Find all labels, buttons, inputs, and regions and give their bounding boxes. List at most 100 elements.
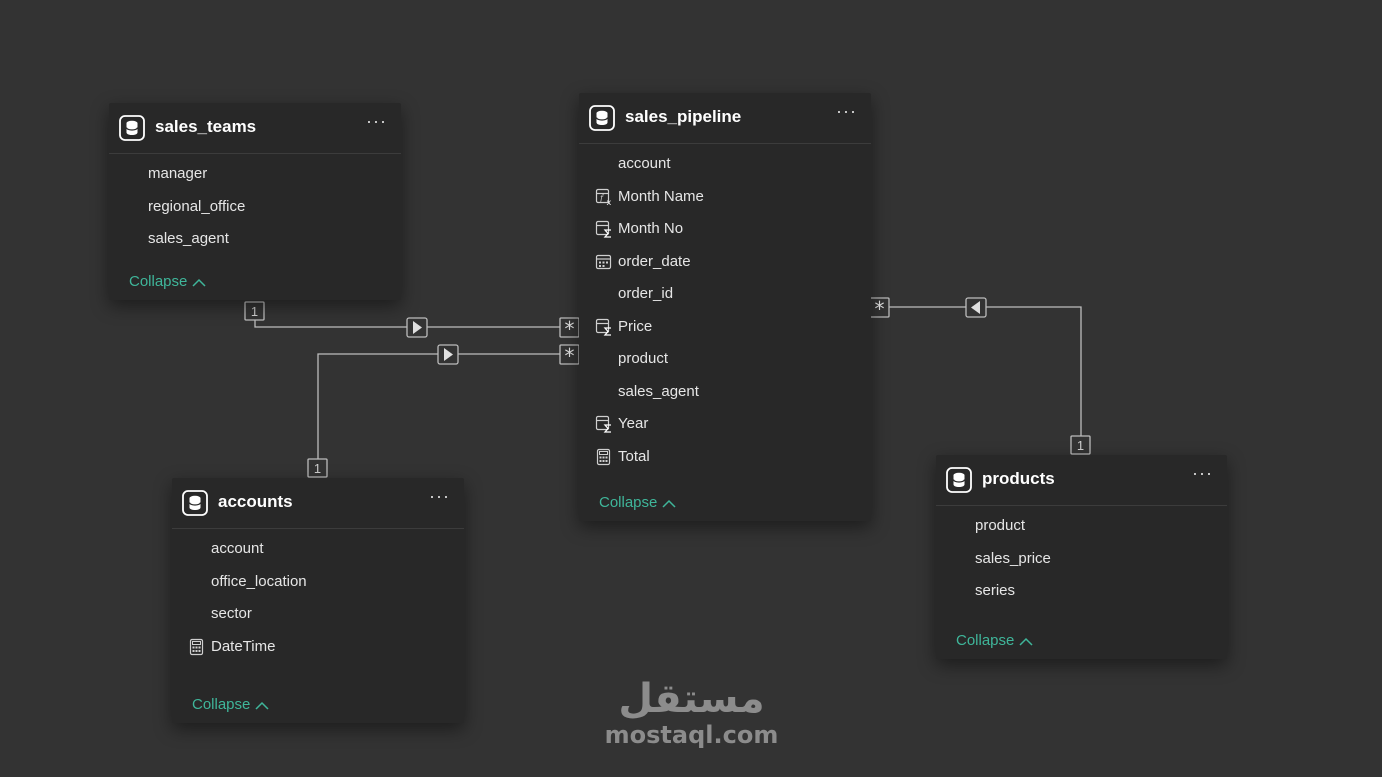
watermark-arabic: مستقل [618, 676, 765, 722]
collapse-label: Collapse [599, 494, 658, 511]
table-title: accounts [218, 492, 293, 511]
field-item[interactable]: office_location [172, 566, 464, 599]
chevron-up-icon [662, 499, 676, 508]
field-item[interactable]: manager [109, 158, 401, 191]
table-title: products [982, 469, 1055, 488]
table-icon [589, 105, 615, 131]
field-name: sector [211, 605, 252, 622]
field-name: account [618, 155, 671, 172]
calculator-icon [189, 638, 204, 655]
collapse-button[interactable]: Collapse [192, 696, 270, 713]
collapse-label: Collapse [192, 696, 251, 713]
field-item[interactable]: account [172, 533, 464, 566]
field-item[interactable]: sales_agent [109, 223, 401, 256]
filter-direction-arrow-sales-teams[interactable] [406, 317, 428, 338]
svg-text:*: * [565, 317, 575, 341]
table-header[interactable]: sales_pipeline ··· [579, 93, 871, 144]
table-card-products[interactable]: products ··· product sales_price series … [936, 455, 1227, 659]
field-list: manager regional_office sales_agent [109, 154, 401, 256]
collapse-button[interactable]: Collapse [129, 273, 207, 290]
sum-icon [595, 318, 611, 336]
field-name: sales_agent [618, 382, 699, 400]
cardinality-one-products: 1 [1070, 435, 1091, 455]
field-item[interactable]: product [579, 343, 871, 376]
chevron-up-icon [1019, 637, 1033, 646]
table-header[interactable]: products ··· [936, 455, 1227, 506]
field-name: Month No [618, 220, 684, 237]
field-name: sales_agent [148, 230, 229, 247]
field-item[interactable]: DateTime [172, 631, 464, 664]
field-name: DateTime [211, 637, 276, 655]
field-item[interactable]: regional_office [109, 191, 401, 224]
field-name: order_date [618, 252, 691, 270]
filter-direction-arrow-accounts[interactable] [437, 344, 459, 365]
field-item[interactable]: product [936, 510, 1227, 543]
watermark-logo: مستقل mostaql.com [604, 676, 779, 748]
field-item[interactable]: sales_agent [579, 376, 871, 409]
field-item[interactable]: sector [172, 598, 464, 631]
cardinality-many-accounts: * [559, 344, 580, 368]
collapse-button[interactable]: Collapse [599, 494, 677, 511]
field-item[interactable]: series [936, 575, 1227, 608]
field-name: Year [618, 415, 649, 432]
relationship-line-products[interactable] [870, 306, 1082, 436]
calendar-icon [595, 254, 612, 269]
svg-text:f: f [599, 194, 605, 203]
chevron-up-icon [192, 278, 206, 287]
field-list: account office_location sector DateTime [172, 529, 464, 663]
more-options-button[interactable]: ··· [836, 101, 857, 122]
more-options-button[interactable]: ··· [366, 111, 387, 132]
field-item[interactable]: Total [579, 441, 871, 474]
svg-text:*: * [565, 344, 575, 368]
field-name: account [211, 540, 264, 557]
filter-direction-arrow-products[interactable] [965, 297, 987, 318]
field-item[interactable]: f x Month Name [579, 181, 871, 214]
cardinality-one-sales-teams: 1 [244, 301, 265, 321]
cardinality-many-sales-teams: * [559, 317, 580, 341]
more-options-button[interactable]: ··· [1192, 463, 1213, 484]
table-header[interactable]: accounts ··· [172, 478, 464, 529]
table-icon [182, 490, 208, 516]
table-card-accounts[interactable]: accounts ··· account office_location sec… [172, 478, 464, 723]
table-card-sales-teams[interactable]: sales_teams ··· manager regional_office … [109, 103, 401, 300]
field-item[interactable]: account [579, 148, 871, 181]
svg-text:*: * [875, 297, 885, 321]
field-name: office_location [211, 572, 307, 590]
collapse-label: Collapse [129, 273, 188, 290]
field-item[interactable]: order_id [579, 278, 871, 311]
table-icon [119, 115, 145, 141]
field-name: sales_price [975, 549, 1051, 567]
chevron-up-icon [255, 701, 269, 710]
field-name: product [618, 350, 669, 367]
field-item[interactable]: Price [579, 311, 871, 344]
field-name: product [975, 517, 1026, 534]
field-item[interactable]: order_date [579, 246, 871, 279]
table-title: sales_teams [155, 117, 257, 136]
collapse-button[interactable]: Collapse [956, 632, 1034, 649]
calculated-column-icon: f x [595, 188, 612, 206]
field-name: series [975, 582, 1016, 599]
table-title: sales_pipeline [625, 107, 742, 126]
sum-icon [595, 415, 611, 433]
field-name: Month Name [618, 187, 704, 205]
field-list: product sales_price series [936, 506, 1227, 608]
watermark-latin: mostaql.com [604, 721, 779, 749]
field-item[interactable]: sales_price [936, 543, 1227, 576]
field-item[interactable]: Year [579, 408, 871, 441]
calculator-icon [596, 448, 611, 465]
more-options-button[interactable]: ··· [429, 486, 450, 507]
field-name: regional_office [148, 197, 246, 215]
field-name: Price [618, 317, 653, 335]
relationship-line-accounts[interactable] [317, 353, 578, 460]
svg-text:x: x [607, 198, 612, 206]
table-header[interactable]: sales_teams ··· [109, 103, 401, 154]
table-card-sales-pipeline[interactable]: sales_pipeline ··· account f x Month Nam… [579, 93, 871, 521]
sum-icon [595, 220, 611, 238]
field-list: account f x Month Name Month No order_da… [579, 144, 871, 473]
svg-text:1: 1 [1077, 438, 1084, 453]
collapse-label: Collapse [956, 632, 1015, 649]
svg-text:1: 1 [314, 461, 321, 476]
field-item[interactable]: Month No [579, 213, 871, 246]
field-name: manager [148, 165, 208, 182]
svg-text:1: 1 [251, 304, 258, 319]
